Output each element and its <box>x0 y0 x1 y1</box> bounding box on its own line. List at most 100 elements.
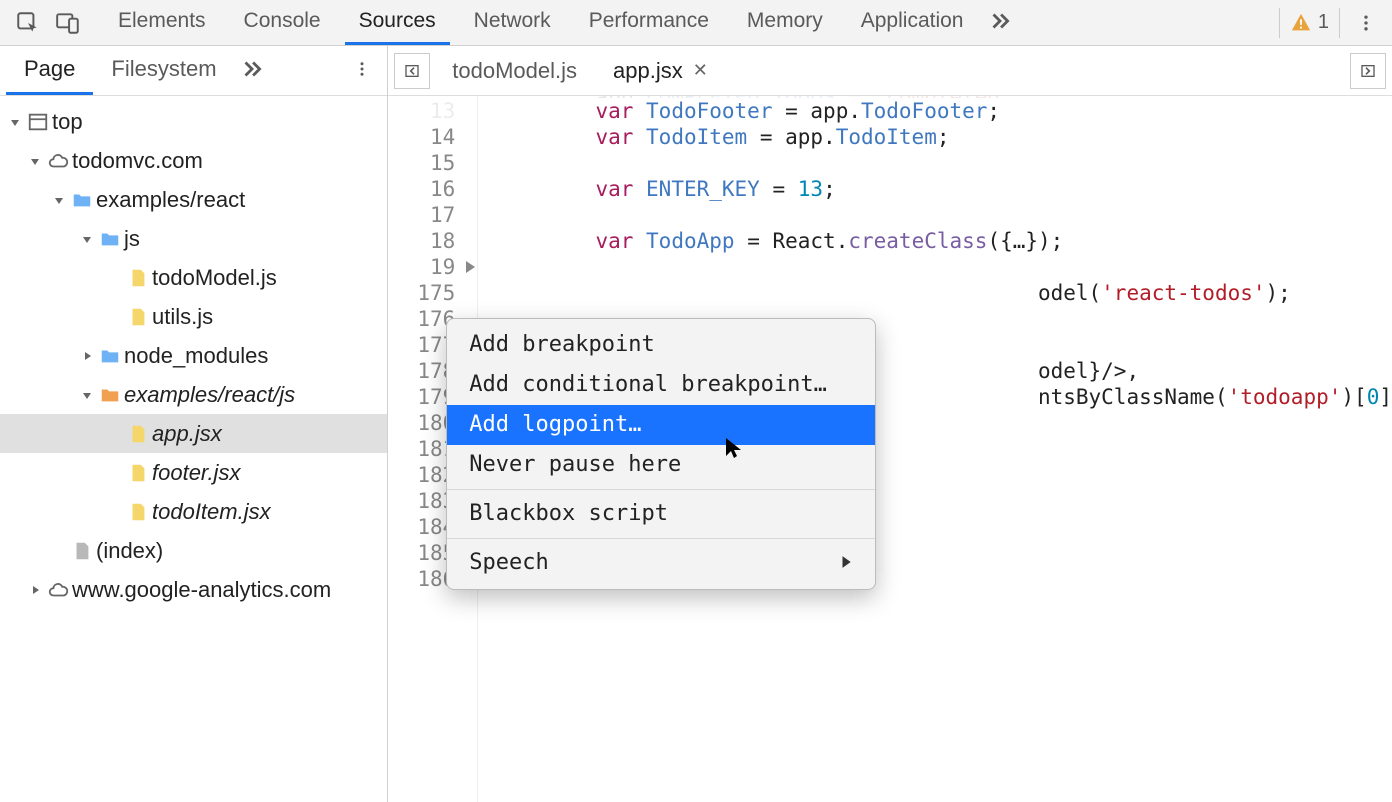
cloud-icon <box>44 579 72 601</box>
file-yellow-icon <box>124 462 152 484</box>
tree-label: utils.js <box>152 304 213 330</box>
line-number[interactable]: 17 <box>388 202 477 228</box>
line-number[interactable]: 18 <box>388 228 477 254</box>
menu-separator <box>447 489 875 490</box>
tree-row[interactable]: todoModel.js <box>0 258 387 297</box>
warning-count: 1 <box>1318 11 1329 34</box>
file-yellow-icon <box>124 267 152 289</box>
tab-network[interactable]: Network <box>460 0 565 45</box>
gutter-context-menu: Add breakpoint Add conditional breakpoint… <box>446 318 876 590</box>
tree-label: examples/react/js <box>124 382 295 408</box>
code-line[interactable]: var TodoFooter = app.TodoFooter; <box>494 98 1392 124</box>
tree-row[interactable]: utils.js <box>0 297 387 336</box>
tab-console[interactable]: Console <box>230 0 335 45</box>
menu-item-label: Add logpoint… <box>469 412 641 438</box>
line-number[interactable]: 175 <box>388 280 477 306</box>
hide-debugger-button[interactable] <box>1350 53 1386 89</box>
line-number[interactable]: 19 <box>388 254 477 280</box>
folder-blue-icon <box>96 345 124 367</box>
submenu-arrow-icon <box>839 550 853 576</box>
tree-label: todomvc.com <box>72 148 203 174</box>
tree-row[interactable]: top <box>0 102 387 141</box>
tree-row[interactable]: todomvc.com <box>0 141 387 180</box>
file-tab-label: app.jsx <box>613 58 683 84</box>
devtools-top-toolbar: Elements Console Sources Network Perform… <box>0 0 1392 46</box>
tree-row[interactable]: app.jsx <box>0 414 387 453</box>
code-line[interactable]: var TodoItem = app.TodoItem; <box>494 124 1392 150</box>
file-yellow-icon <box>124 501 152 523</box>
navigator-tabs: Page Filesystem <box>0 46 387 96</box>
context-menu-item[interactable]: Never pause here <box>447 445 875 485</box>
tab-performance[interactable]: Performance <box>575 0 723 45</box>
tab-application[interactable]: Application <box>847 0 978 45</box>
tree-row[interactable]: todoItem.jsx <box>0 492 387 531</box>
tab-memory[interactable]: Memory <box>733 0 837 45</box>
open-file-tabs: todoModel.js app.jsx ✕ <box>388 46 1392 96</box>
mouse-cursor-icon <box>723 436 747 466</box>
line-number[interactable]: 16 <box>388 176 477 202</box>
hide-navigator-button[interactable] <box>394 53 430 89</box>
context-menu-item[interactable]: Speech <box>447 543 875 583</box>
navigator-tab-page[interactable]: Page <box>6 46 93 95</box>
menu-separator <box>447 538 875 539</box>
more-tabs-icon[interactable] <box>987 8 1013 37</box>
file-tab-label: todoModel.js <box>452 58 577 84</box>
editor-pane: todoModel.js app.jsx ✕ 13141516171819175… <box>388 46 1392 802</box>
select-element-icon[interactable] <box>8 0 48 46</box>
code-line[interactable] <box>494 202 1392 228</box>
file-tab-todomodel[interactable]: todoModel.js <box>438 46 591 95</box>
context-menu-item[interactable]: Add logpoint… <box>447 405 875 445</box>
line-number[interactable]: 15 <box>388 150 477 176</box>
tree-row[interactable]: node_modules <box>0 336 387 375</box>
code-line[interactable]: var ENTER_KEY = 13; <box>494 176 1392 202</box>
navigator-kebab-icon[interactable] <box>353 56 381 85</box>
sources-main: Page Filesystem top todomvc.com examples/r… <box>0 46 1392 802</box>
code-line[interactable]: app.COMPLETED_TODOS = 'completed'; <box>494 96 1392 98</box>
kebab-menu-icon[interactable] <box>1348 10 1384 36</box>
code-line[interactable]: odel('react-todos'); <box>494 280 1392 306</box>
tree-label: top <box>52 109 83 135</box>
tree-row[interactable]: (index) <box>0 531 387 570</box>
menu-item-label: Add breakpoint <box>469 332 654 358</box>
tree-label: (index) <box>96 538 163 564</box>
tree-label: todoModel.js <box>152 265 277 291</box>
doc-icon <box>68 540 96 562</box>
tree-row[interactable]: examples/react <box>0 180 387 219</box>
tree-label: www.google-analytics.com <box>72 577 331 603</box>
menu-item-label: Add conditional breakpoint… <box>469 372 827 398</box>
tree-row[interactable]: js <box>0 219 387 258</box>
navigator-more-tabs-icon[interactable] <box>239 56 265 85</box>
line-number[interactable]: 14 <box>388 124 477 150</box>
context-menu-item[interactable]: Add conditional breakpoint… <box>447 365 875 405</box>
navigator-tab-filesystem[interactable]: Filesystem <box>93 46 234 95</box>
close-tab-icon[interactable]: ✕ <box>693 60 708 81</box>
tree-row[interactable]: www.google-analytics.com <box>0 570 387 609</box>
code-line[interactable] <box>494 254 1392 280</box>
tab-elements[interactable]: Elements <box>104 0 220 45</box>
tree-row[interactable]: examples/react/js <box>0 375 387 414</box>
tree-label: footer.jsx <box>152 460 240 486</box>
file-yellow-icon <box>124 306 152 328</box>
navigator-tree: top todomvc.com examples/reactjs todoModel.… <box>0 96 387 615</box>
toolbar-right-group: 1 <box>1279 8 1384 38</box>
tree-label: node_modules <box>124 343 268 369</box>
navigator-pane: Page Filesystem top todomvc.com examples/r… <box>0 46 388 802</box>
tree-row[interactable]: footer.jsx <box>0 453 387 492</box>
context-menu-item[interactable]: Add breakpoint <box>447 325 875 365</box>
devtools-main-tabs: Elements Console Sources Network Perform… <box>104 0 1279 45</box>
tree-label: todoItem.jsx <box>152 499 271 525</box>
folder-blue-icon <box>68 189 96 211</box>
warning-badge[interactable]: 1 <box>1279 8 1340 38</box>
code-line[interactable]: var TodoApp = React.createClass({…}); <box>494 228 1392 254</box>
menu-item-label: Speech <box>469 550 548 576</box>
menu-item-label: Blackbox script <box>469 501 668 527</box>
source-editor[interactable]: 1314151617181917517617717817918018118218… <box>388 96 1392 802</box>
tab-sources[interactable]: Sources <box>345 0 450 45</box>
file-tab-app[interactable]: app.jsx ✕ <box>599 46 722 95</box>
context-menu-item[interactable]: Blackbox script <box>447 494 875 534</box>
tree-label: app.jsx <box>152 421 222 447</box>
line-number[interactable]: 13 <box>388 98 477 124</box>
code-line[interactable] <box>494 150 1392 176</box>
menu-item-label: Never pause here <box>469 452 681 478</box>
toggle-device-toolbar-icon[interactable] <box>48 0 88 46</box>
